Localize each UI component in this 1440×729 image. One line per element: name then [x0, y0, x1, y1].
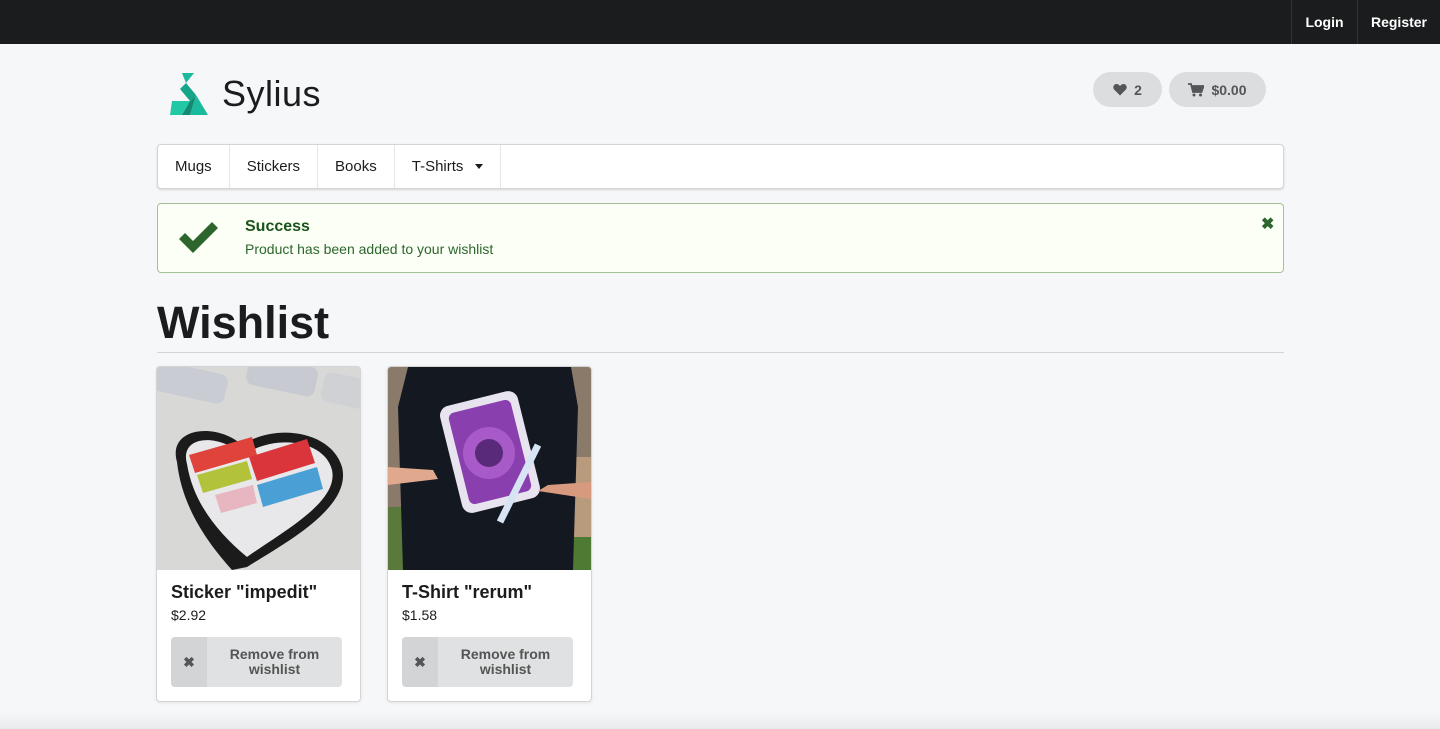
heart-icon: [1113, 83, 1127, 96]
category-menu: Mugs Stickers Books T-Shirts: [157, 144, 1284, 189]
wishlist-item-card: Sticker "impedit" $2.92 ✖ Remove from wi…: [156, 366, 361, 702]
product-name[interactable]: T-Shirt "rerum": [402, 582, 532, 603]
remove-from-wishlist-button[interactable]: ✖ Remove from wishlist: [171, 637, 342, 687]
menu-item-label: Books: [335, 158, 377, 175]
page-title: Wishlist: [157, 297, 330, 348]
checkmark-icon: [179, 222, 218, 253]
sylius-logo[interactable]: Sylius: [168, 70, 321, 118]
cart-icon: [1188, 82, 1205, 96]
remove-from-wishlist-button[interactable]: ✖ Remove from wishlist: [402, 637, 573, 687]
top-bar: Login Register: [0, 0, 1440, 44]
menu-item-stickers[interactable]: Stickers: [230, 145, 319, 188]
register-link[interactable]: Register: [1357, 0, 1440, 44]
menu-item-tshirts-dropdown[interactable]: T-Shirts: [395, 145, 502, 188]
menu-item-label: Mugs: [175, 158, 212, 175]
product-image[interactable]: [157, 367, 360, 570]
menu-item-books[interactable]: Books: [318, 145, 395, 188]
alert-title: Success: [245, 218, 310, 235]
remove-icon: ✖: [402, 637, 438, 687]
success-message: Success Product has been added to your w…: [157, 203, 1284, 273]
divider: [157, 352, 1284, 353]
wishlist-button[interactable]: 2: [1093, 72, 1162, 107]
product-image[interactable]: [388, 367, 591, 570]
remove-button-label: Remove from wishlist: [229, 646, 320, 677]
menu-item-label: T-Shirts: [411, 158, 464, 175]
menu-item-label: Stickers: [246, 158, 301, 175]
product-name[interactable]: Sticker "impedit": [171, 582, 317, 603]
cart-button[interactable]: $0.00: [1169, 72, 1266, 107]
remove-button-label: Remove from wishlist: [460, 646, 551, 677]
remove-icon: ✖: [171, 637, 207, 687]
brand-name: Sylius: [222, 73, 322, 114]
cart-total: $0.00: [1211, 81, 1247, 98]
login-link[interactable]: Login: [1291, 0, 1357, 44]
wishlist-count: 2: [1134, 81, 1142, 98]
menu-item-mugs[interactable]: Mugs: [158, 145, 230, 188]
caret-down-icon: [475, 164, 484, 169]
wishlist-item-card: T-Shirt "rerum" $1.58 ✖ Remove from wish…: [387, 366, 592, 702]
product-price: $2.92: [171, 607, 207, 623]
footer-shadow: [0, 712, 1440, 729]
alert-message: Product has been added to your wishlist: [245, 241, 494, 257]
sylius-logo-icon: [170, 73, 208, 115]
close-icon[interactable]: ✖: [1261, 214, 1274, 234]
product-price: $1.58: [402, 607, 438, 623]
